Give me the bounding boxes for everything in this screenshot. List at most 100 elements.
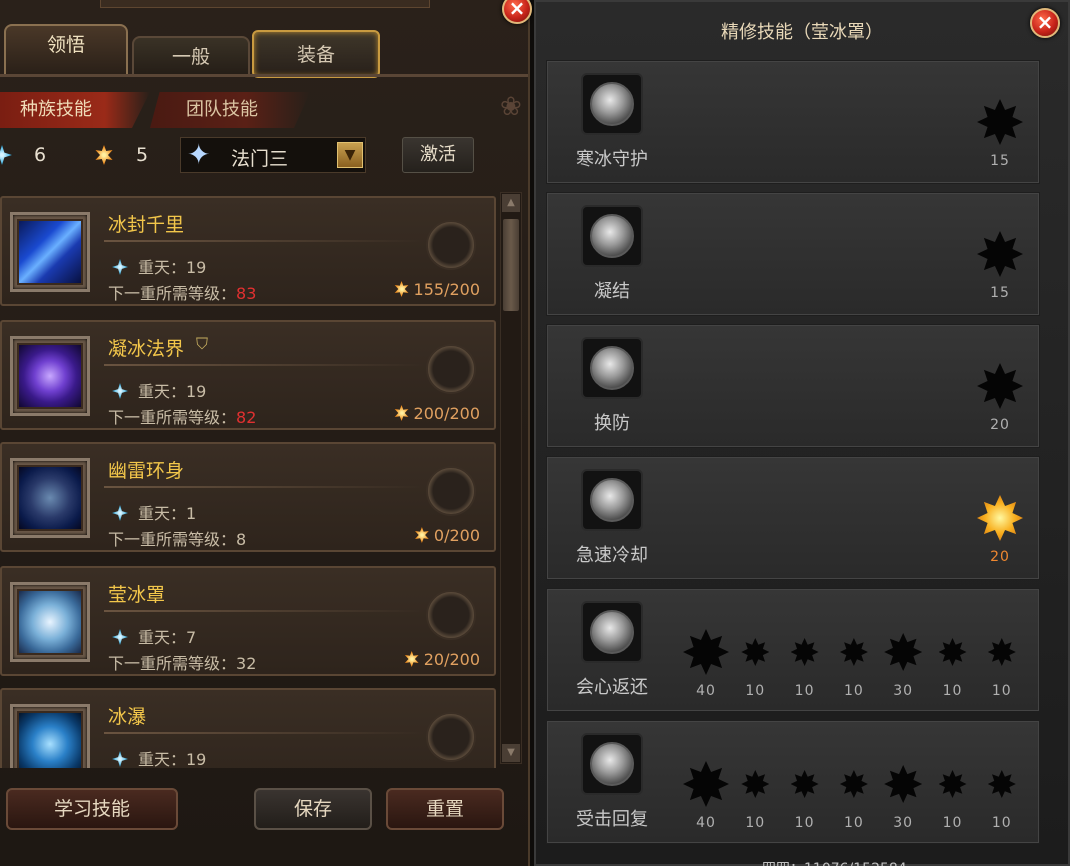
skill-slot[interactable]: [426, 466, 476, 516]
enhance-node[interactable]: 30: [878, 765, 928, 831]
star-node-icon: [938, 638, 967, 666]
enhance-node[interactable]: 30: [878, 633, 928, 699]
scroll-thumb[interactable]: [503, 219, 519, 311]
scrollbar[interactable]: ▲ ▼: [500, 192, 522, 764]
skill-icon: [17, 711, 83, 768]
star-node-icon: [683, 629, 729, 675]
node-cost: 10: [794, 815, 815, 831]
enhance-node[interactable]: 10: [829, 638, 879, 699]
enhance-icon[interactable]: [581, 73, 643, 135]
scroll-down-icon[interactable]: ▼: [502, 744, 520, 762]
save-button[interactable]: 保存: [254, 788, 372, 830]
close-icon[interactable]: ×: [502, 0, 532, 24]
orange-gem-icon: [415, 527, 429, 543]
close-icon[interactable]: ×: [1030, 8, 1060, 38]
enhance-node[interactable]: 40: [681, 761, 731, 831]
skill-rank-text: 重天：7: [138, 628, 197, 647]
node-cost: 10: [745, 815, 766, 831]
tab-general[interactable]: 一般: [132, 36, 250, 76]
tab-divider: [0, 74, 528, 77]
enhance-row: 寒冰守护 15: [546, 60, 1040, 184]
orange-gem-icon: [394, 281, 409, 297]
enhance-name: 寒冰守护: [576, 149, 648, 170]
enhance-icon[interactable]: [581, 337, 643, 399]
skill-card[interactable]: 冰瀑 重天：19: [0, 688, 496, 768]
skill-card[interactable]: 冰封千里 重天：19 下一重所需等级：83 155/200: [0, 196, 496, 306]
skill-rank: 重天：19: [112, 254, 206, 278]
enhance-node[interactable]: 15: [975, 231, 1025, 301]
enhance-node[interactable]: 40: [681, 629, 731, 699]
enhance-node[interactable]: 10: [977, 638, 1027, 699]
enhance-node[interactable]: 15: [975, 99, 1025, 169]
enhance-node[interactable]: 20: [975, 495, 1025, 565]
skill-icon: [17, 589, 83, 655]
enhance-icon[interactable]: [581, 733, 643, 795]
blue-gem-icon: [112, 259, 128, 275]
enhance-icon[interactable]: [581, 601, 643, 663]
learn-skill-button[interactable]: 学习技能: [6, 788, 178, 830]
frost-orb-icon: [590, 346, 634, 390]
divider: [104, 486, 424, 488]
skill-slot[interactable]: [426, 344, 476, 394]
skill-progress-value: 0/200: [433, 526, 480, 545]
node-cost: 40: [696, 815, 716, 831]
scroll-up-icon[interactable]: ▲: [502, 194, 520, 212]
node-cost: 10: [991, 683, 1012, 699]
enhance-node[interactable]: 20: [975, 363, 1025, 433]
skill-name: 幽雷环身: [108, 460, 185, 482]
enhance-node[interactable]: 10: [780, 770, 830, 831]
enhance-name: 受击回复: [576, 809, 648, 830]
subtab-team-skills[interactable]: 团队技能: [150, 92, 310, 128]
skill-card[interactable]: 凝冰法界 重天：19 下一重所需等级：82 200/200 ⛉: [0, 320, 496, 430]
star-node-icon: [884, 633, 923, 671]
star-node-icon: [790, 638, 819, 666]
node-cost: 30: [893, 815, 914, 831]
enhance-node[interactable]: 10: [730, 770, 780, 831]
enhance-icon[interactable]: [581, 205, 643, 267]
node-cost: 10: [843, 683, 864, 699]
node-cost: 40: [696, 683, 716, 699]
skill-progress-value: 20/200: [423, 650, 480, 669]
skill-icon: [17, 465, 83, 531]
star-node-icon: [977, 495, 1023, 541]
tab-lingwu[interactable]: 领悟: [4, 24, 128, 74]
enhance-icon[interactable]: [581, 469, 643, 531]
blue-gem-icon: [112, 505, 128, 521]
star-node-icon: [790, 770, 819, 798]
enhance-node[interactable]: 10: [977, 770, 1027, 831]
enhance-node[interactable]: 10: [928, 638, 978, 699]
tab-equipment[interactable]: 装备: [252, 30, 380, 78]
skill-rank: 重天：1: [112, 500, 196, 524]
enhance-node[interactable]: 10: [928, 770, 978, 831]
orange-gem-icon: [404, 651, 419, 667]
node-cost: 10: [843, 815, 864, 831]
skill-progress-value: 155/200: [413, 280, 480, 299]
skill-name: 莹冰罩: [108, 584, 166, 606]
skill-card[interactable]: 幽雷环身 重天：1 下一重所需等级：8 0/200: [0, 442, 496, 552]
node-cost: 15: [990, 153, 1010, 169]
reset-button[interactable]: 重置: [386, 788, 504, 830]
blue-gem-icon: [0, 145, 12, 165]
skill-slot[interactable]: [426, 590, 476, 640]
title-bar-ornament: [100, 0, 430, 8]
chevron-down-icon[interactable]: ▼: [337, 142, 363, 168]
node-cost: 10: [745, 683, 766, 699]
node-cost: 30: [893, 683, 914, 699]
enhance-node[interactable]: 10: [780, 638, 830, 699]
enhance-node[interactable]: 10: [829, 770, 879, 831]
skill-icon-frame: [10, 704, 90, 768]
skill-slot[interactable]: [426, 220, 476, 270]
enhance-node[interactable]: 10: [730, 638, 780, 699]
frost-orb-icon: [590, 214, 634, 258]
star-node-icon: [938, 770, 967, 798]
subtab-race-skills[interactable]: 种族技能: [0, 92, 150, 128]
star-node-icon: [987, 770, 1016, 798]
skill-slot[interactable]: [426, 712, 476, 762]
bottom-status-text: 四四：11076/152584: [762, 858, 907, 866]
activate-button[interactable]: 激活: [402, 137, 474, 173]
enhance-row: 会心返还 40 10 10 10 30 10 10: [546, 588, 1040, 712]
skill-rank: 重天：19: [112, 746, 206, 768]
school-select[interactable]: ✦ 法门三 ▼: [180, 137, 366, 173]
currency-row: 6 5 ✦ 法门三 ▼ 激活: [0, 135, 528, 175]
skill-card[interactable]: 莹冰罩 重天：7 下一重所需等级：32 20/200: [0, 566, 496, 676]
